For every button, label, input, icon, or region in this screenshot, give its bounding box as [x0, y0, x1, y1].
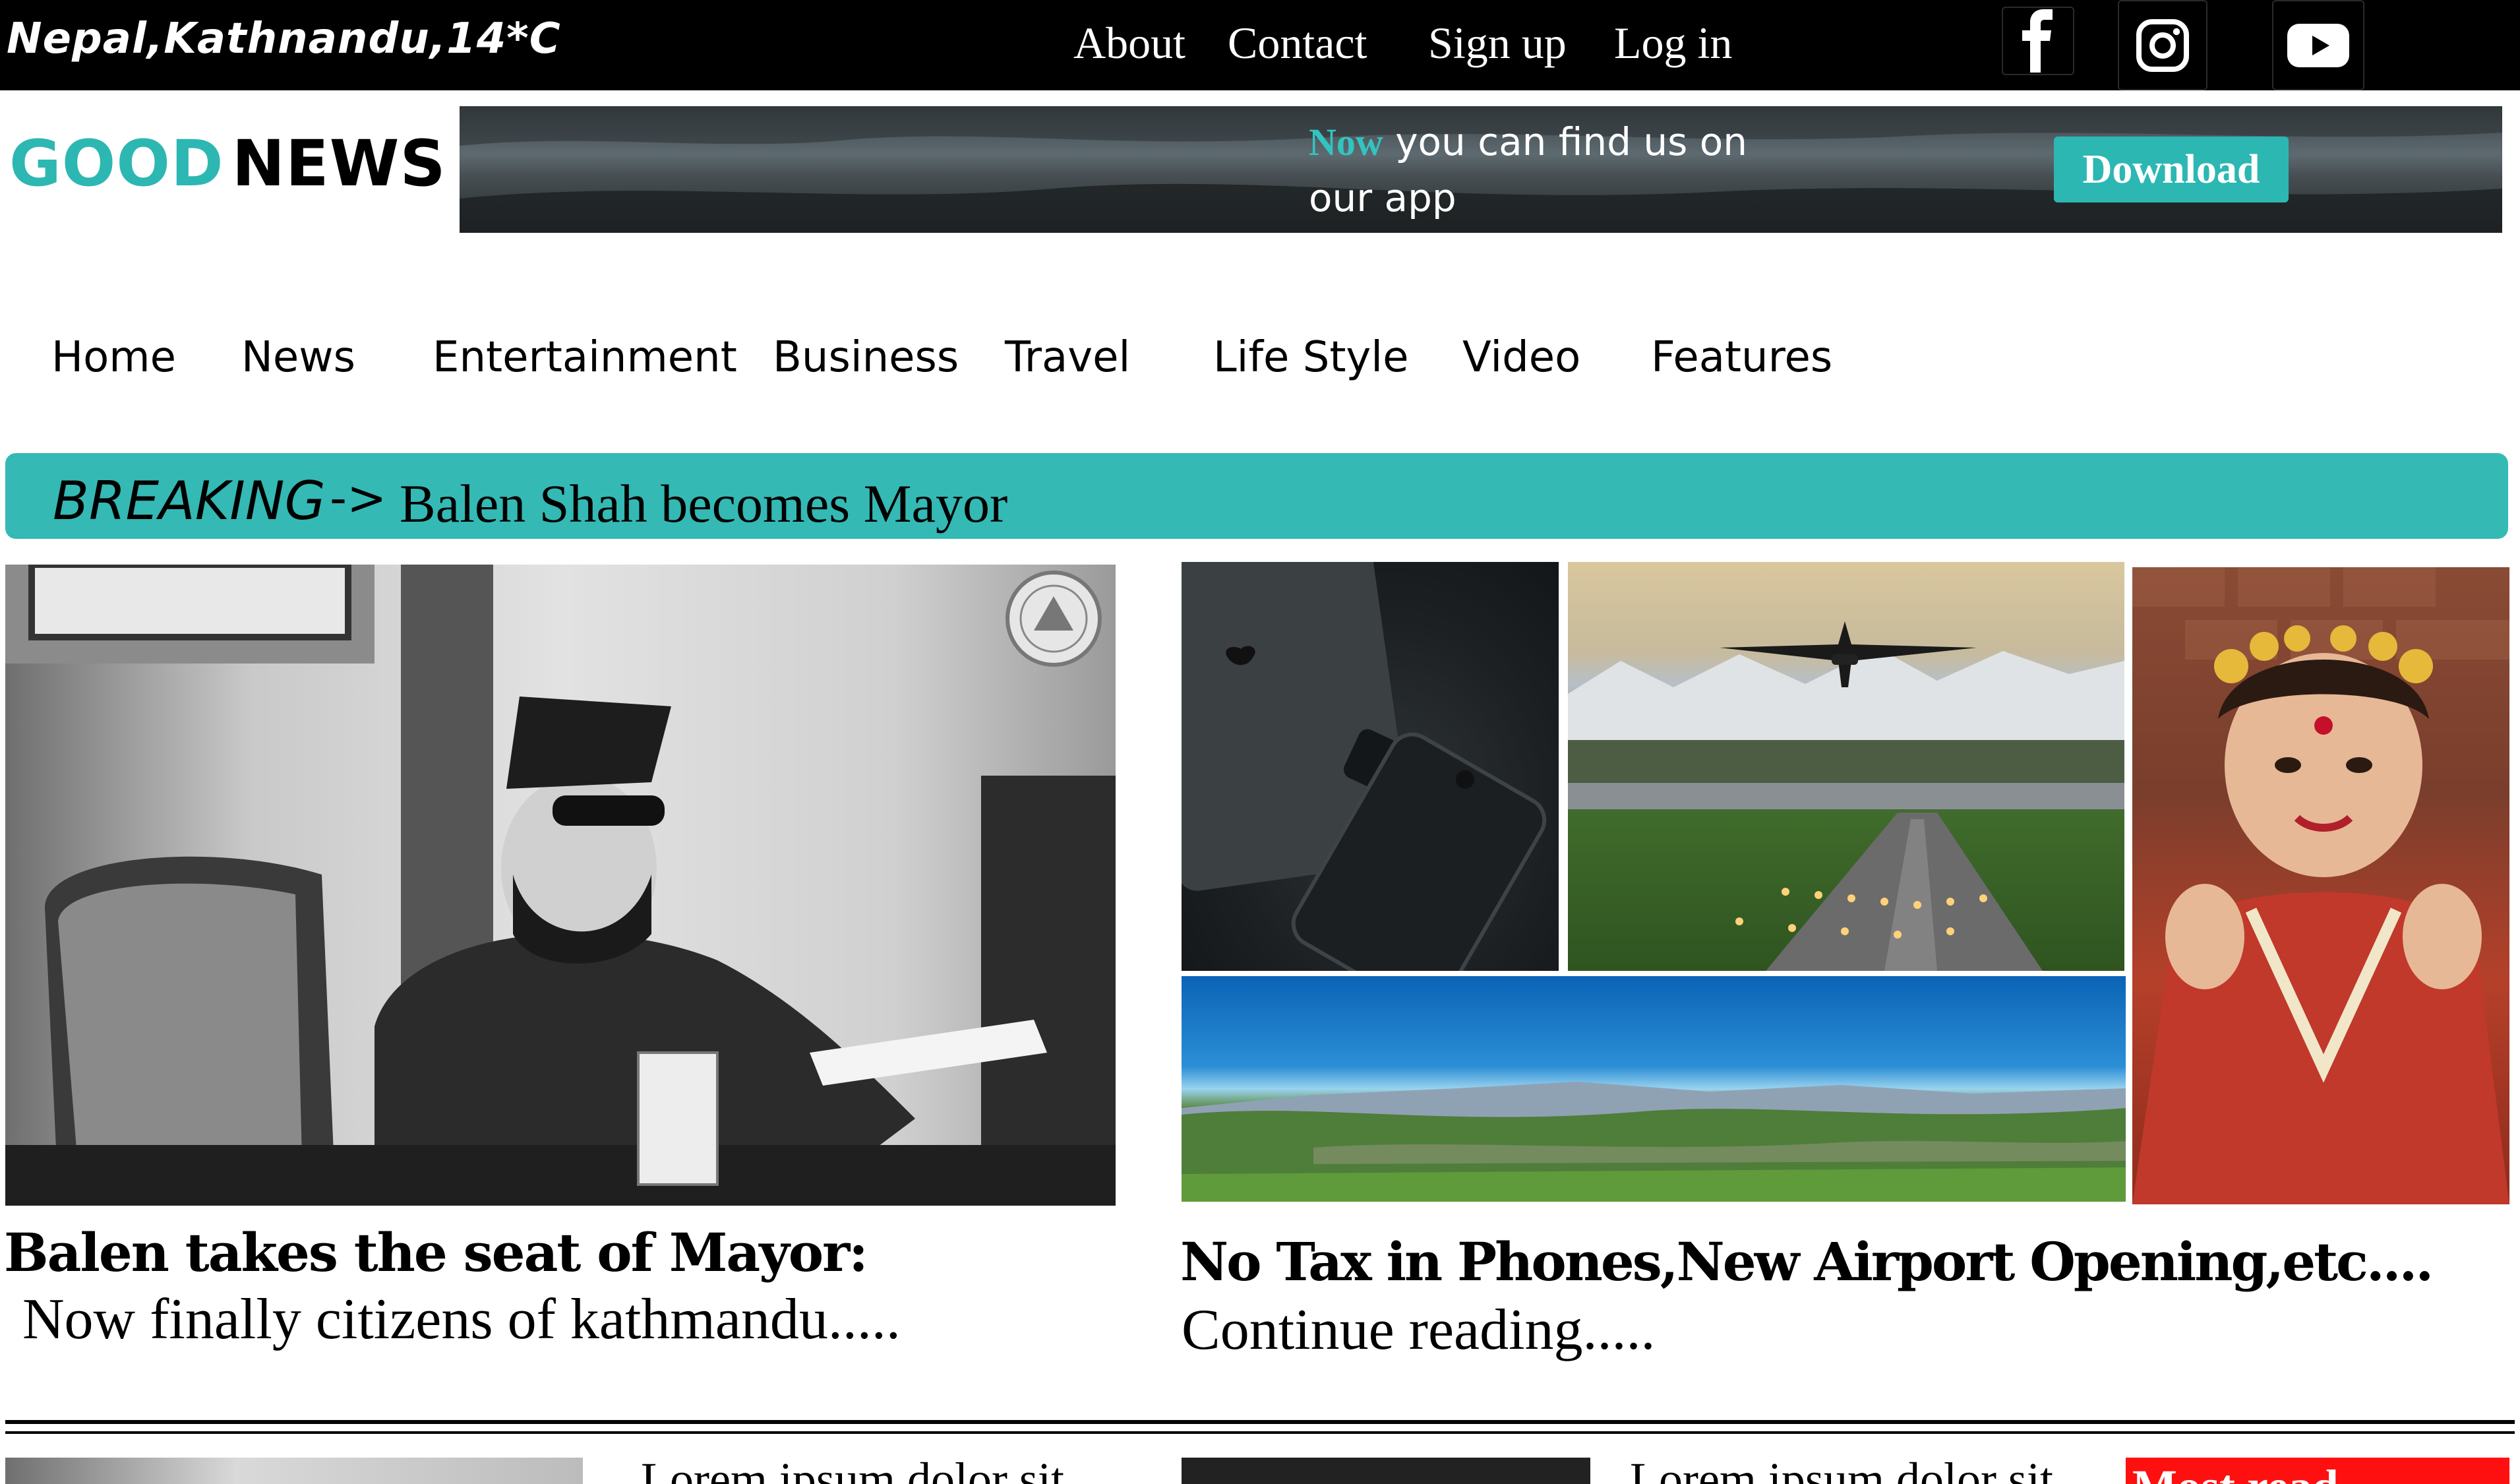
- breaking-label: BREAKING: [53, 470, 326, 532]
- hero-teaser: Now finally citizens of kathmandu.....: [22, 1287, 901, 1351]
- about-link[interactable]: About: [1073, 17, 1185, 69]
- tech-photo-illustration: [1182, 562, 1547, 971]
- contact-link[interactable]: Contact: [1228, 17, 1367, 69]
- logo-news: NEWS: [231, 127, 446, 201]
- section-divider: [5, 1420, 2515, 1424]
- facebook-button[interactable]: [2002, 7, 2074, 75]
- banner-highlight: Now: [1309, 121, 1383, 164]
- signup-link[interactable]: Sign up: [1428, 17, 1567, 69]
- roundup-headline[interactable]: No Tax in Phones,New Airport Opening,etc…: [1180, 1231, 2434, 1293]
- nav-home[interactable]: Home: [51, 333, 176, 382]
- landscape-photo-illustration: [1182, 1082, 2126, 1202]
- breaking-news-bar[interactable]: BREAKING -> Balen Shah becomes Mayor: [5, 453, 2508, 539]
- continue-reading-link[interactable]: Continue reading.....: [1182, 1297, 1656, 1363]
- culture-photo-illustration: [2132, 567, 2509, 1204]
- site-logo[interactable]: GOOD NEWS: [9, 127, 446, 201]
- most-read-label: Most read: [2132, 1460, 2339, 1484]
- hero-photo-illustration: [5, 565, 1116, 1206]
- nav-business[interactable]: Business: [773, 333, 959, 382]
- banner-message: Now you can find us on our app: [1309, 114, 1784, 226]
- instagram-icon: [2136, 18, 2189, 72]
- article-snippet: Lorem ipsum dolor sit: [641, 1453, 1064, 1484]
- youtube-button[interactable]: [2272, 0, 2364, 90]
- nav-travel[interactable]: Travel: [1005, 333, 1130, 382]
- nav-entertainment[interactable]: Entertainment: [433, 333, 737, 382]
- nav-lifestyle[interactable]: Life Style: [1213, 333, 1408, 382]
- most-read-box[interactable]: Most read: [2126, 1458, 2509, 1484]
- article-snippet-2: Lorem ipsum dolor sit: [1630, 1453, 2053, 1484]
- culture-image[interactable]: [2132, 567, 2509, 1204]
- breaking-arrow: ->: [330, 470, 387, 526]
- airport-image[interactable]: [1568, 562, 2124, 971]
- landscape-image[interactable]: [1182, 976, 2126, 1202]
- breaking-headline[interactable]: Balen Shah becomes Mayor: [400, 473, 1007, 535]
- youtube-icon: [2287, 23, 2349, 67]
- airport-photo-illustration: [1568, 621, 2124, 971]
- nav-features[interactable]: Features: [1651, 333, 1832, 382]
- banner-line2: our app: [1309, 175, 1456, 220]
- logo-good: GOOD: [9, 127, 224, 201]
- banner-line1: you can find us on: [1395, 119, 1748, 164]
- top-bar: Nepal,Kathnandu,14*C About Contact Sign …: [0, 0, 2520, 90]
- article-thumbnail-dark[interactable]: [1182, 1458, 1590, 1484]
- hero-headline[interactable]: Balen takes the seat of Mayor:: [4, 1221, 868, 1283]
- article-thumbnail[interactable]: [5, 1458, 583, 1484]
- hero-image-mayor[interactable]: [5, 565, 1116, 1206]
- phones-image[interactable]: [1182, 562, 1559, 971]
- download-button[interactable]: Download: [2054, 137, 2289, 202]
- nav-news[interactable]: News: [241, 333, 355, 382]
- location-weather: Nepal,Kathnandu,14*C: [7, 15, 561, 63]
- section-divider-thin: [5, 1431, 2515, 1434]
- instagram-button[interactable]: [2118, 0, 2207, 90]
- app-promo-banner: Now you can find us on our app Download: [460, 106, 2502, 233]
- nav-video[interactable]: Video: [1462, 333, 1580, 382]
- login-link[interactable]: Log in: [1614, 17, 1732, 69]
- facebook-icon: [2022, 9, 2053, 73]
